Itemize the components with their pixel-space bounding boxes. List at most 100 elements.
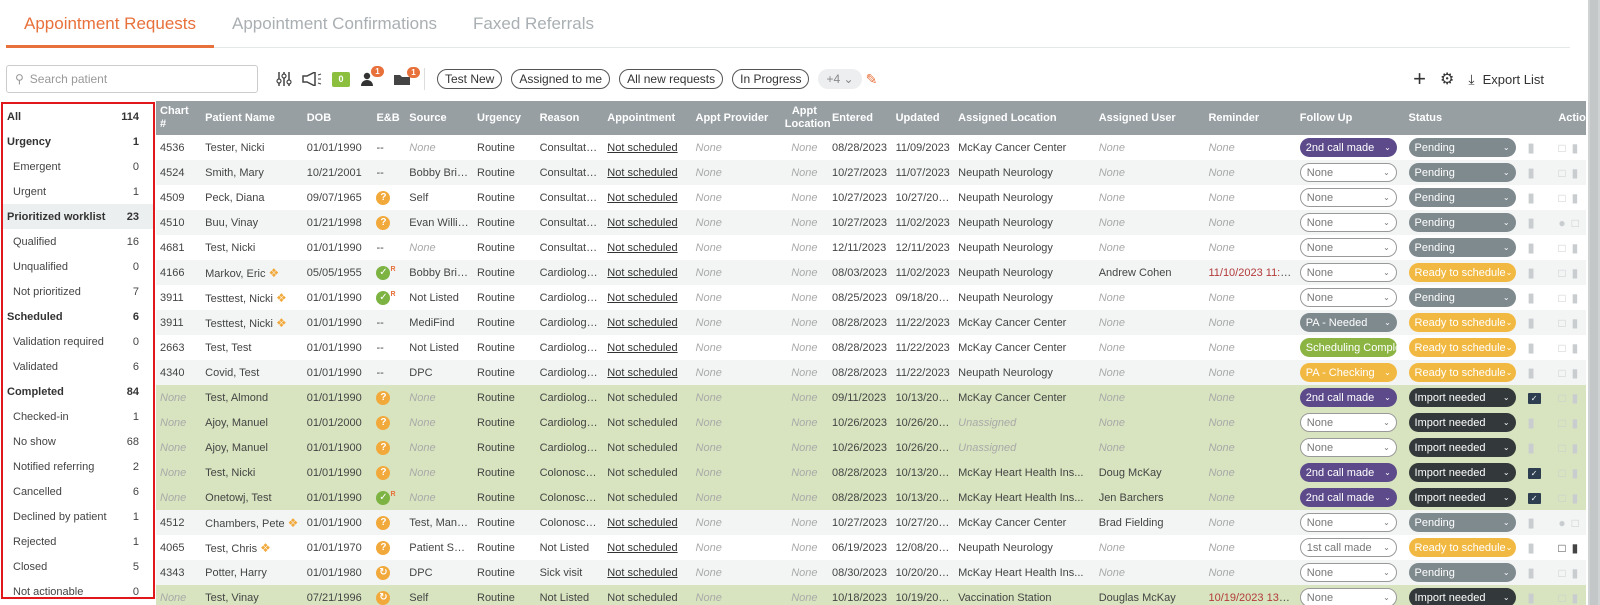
table-row[interactable]: 4510 Buu, Vinay 01/21/1998? Evan Willia... R… (156, 210, 1586, 235)
status-select[interactable]: Pending ⌄ (1408, 213, 1516, 232)
appointment-link[interactable]: Not scheduled (607, 567, 677, 579)
column-header[interactable]: E&B (372, 101, 405, 135)
message-checked-icon[interactable]: ✓ (1527, 392, 1541, 404)
clipboard-icon[interactable]: ▮ (1572, 541, 1579, 555)
status-select[interactable]: Pending ⌄ (1408, 163, 1516, 182)
follow-up-select[interactable]: None ⌄ (1299, 513, 1397, 532)
status-select[interactable]: Ready to schedule ⌄ (1408, 313, 1516, 332)
message-icon[interactable]: ▮ (1528, 315, 1535, 330)
clipboard-icon[interactable]: ▮ (1572, 141, 1579, 155)
table-row[interactable]: 4509 Peck, Diana 09/07/1965? Self Routine Con… (156, 185, 1586, 210)
patient-name[interactable]: Potter, Harry (205, 567, 267, 579)
appointment-link[interactable]: Not scheduled (607, 142, 677, 154)
document-icon[interactable]: □ (1558, 541, 1565, 555)
follow-up-select[interactable]: 2nd call made ⌄ (1299, 463, 1397, 482)
patient-name[interactable]: Ajoy, Manuel (205, 442, 268, 454)
table-row[interactable]: None Test, Almond 01/01/1990? None Routine Ca… (156, 385, 1586, 410)
more-filters-button[interactable]: +4 ⌄ (818, 69, 862, 89)
column-header[interactable]: Chart # (156, 101, 201, 135)
appointment-link[interactable]: Not scheduled (607, 417, 677, 429)
status-select[interactable]: Import needed ⌄ (1408, 488, 1516, 507)
status-select[interactable]: Import needed ⌄ (1408, 438, 1516, 457)
patient-name[interactable]: Test, Chris (205, 543, 257, 555)
question-icon[interactable]: ? (376, 190, 391, 205)
message-icon[interactable]: ▮ (1528, 265, 1535, 280)
column-header[interactable] (1524, 101, 1555, 135)
question-icon[interactable]: ? (376, 215, 391, 230)
sidebar-item-not-actionable[interactable]: Not actionable 0 (3, 579, 153, 598)
column-header[interactable]: Urgency (473, 101, 536, 135)
sidebar-item-scheduled[interactable]: Scheduled 6 (3, 304, 153, 329)
patient-name[interactable]: Testtest, Nicki (205, 318, 273, 330)
column-header[interactable]: Updated (892, 101, 955, 135)
gear-icon[interactable]: ⚙ (1440, 69, 1454, 89)
column-header[interactable]: Appointment (603, 101, 691, 135)
column-header[interactable]: Assigned Location (954, 101, 1095, 135)
appointment-link[interactable]: Not scheduled (607, 242, 677, 254)
patient-name[interactable]: Markov, Eric (205, 268, 265, 280)
status-select[interactable]: Import needed ⌄ (1408, 588, 1516, 605)
pencil-icon[interactable]: ✎ (866, 71, 878, 88)
document-icon[interactable]: □ (1572, 216, 1579, 230)
patient-name[interactable]: Onetowj, Test (205, 492, 271, 504)
sidebar-item-qualified[interactable]: Qualified 16 (3, 229, 153, 254)
follow-up-select[interactable]: 2nd call made ⌄ (1299, 138, 1397, 157)
follow-up-select[interactable]: 2nd call made ⌄ (1299, 488, 1397, 507)
appointment-link[interactable]: Not scheduled (607, 317, 677, 329)
column-header[interactable]: Reason (536, 101, 604, 135)
appointment-link[interactable]: Not scheduled (607, 492, 677, 504)
clipboard-icon[interactable]: ▮ (1572, 591, 1579, 605)
follow-up-select[interactable]: None ⌄ (1299, 413, 1397, 432)
status-select[interactable]: Ready to schedule ⌄ (1408, 338, 1516, 357)
message-icon[interactable]: ▮ (1528, 165, 1535, 180)
sidebar-item-declined-by-patient[interactable]: Declined by patient 1 (3, 504, 153, 529)
clipboard-icon[interactable]: ▮ (1572, 166, 1579, 180)
sidebar-item-closed[interactable]: Closed 5 (3, 554, 153, 579)
patient-name[interactable]: Smith, Mary (205, 167, 264, 179)
table-row[interactable]: None Test, Vinay 07/21/1996 ↻ Self Routine Not… (156, 585, 1586, 605)
document-icon[interactable]: □ (1558, 316, 1565, 330)
filter-chip[interactable]: All new requests (619, 69, 724, 89)
appointment-link[interactable]: Not scheduled (607, 167, 677, 179)
message-icon[interactable]: 0 (332, 71, 350, 87)
page-scrollbar[interactable] (1588, 0, 1600, 605)
status-select[interactable]: Ready to schedule ⌄ (1408, 363, 1516, 382)
column-header[interactable]: Appt Location (781, 101, 831, 135)
clipboard-icon[interactable]: ▮ (1585, 216, 1586, 230)
appointment-link[interactable]: Not scheduled (607, 292, 677, 304)
status-select[interactable]: Pending ⌄ (1408, 138, 1516, 157)
document-icon[interactable]: □ (1558, 241, 1565, 255)
message-icon[interactable]: ▮ (1528, 365, 1535, 380)
follow-up-select[interactable]: None ⌄ (1299, 188, 1397, 207)
column-header[interactable]: Source (405, 101, 473, 135)
document-icon[interactable]: □ (1558, 591, 1565, 605)
patient-name[interactable]: Ajoy, Manuel (205, 417, 268, 429)
status-select[interactable]: Pending ⌄ (1408, 563, 1516, 582)
appointment-link[interactable]: Not scheduled (607, 217, 677, 229)
patient-name[interactable]: Test, Nicki (205, 467, 255, 479)
table-row[interactable]: 4512 Chambers, Pete ❖ 01/01/1900? Test, Manu… (156, 510, 1586, 535)
document-icon[interactable]: □ (1558, 566, 1565, 580)
table-row[interactable]: 3911 Testtest, Nicki ❖ 01/01/1990 ✓ R Not List… (156, 285, 1586, 310)
table-row[interactable]: 4524 Smith, Mary 10/21/2001 -- Bobby Bria...… (156, 160, 1586, 185)
appointment-link[interactable]: Not scheduled (607, 592, 677, 604)
check-circle-icon[interactable]: ✓ (376, 490, 391, 505)
document-icon[interactable]: □ (1558, 341, 1565, 355)
export-list-button[interactable]: ⤓ Export List (1468, 71, 1544, 88)
message-checked-icon[interactable]: ✓ (1527, 467, 1541, 479)
sidebar-item-urgent[interactable]: Urgent 1 (3, 179, 153, 204)
column-header[interactable]: Assigned User (1095, 101, 1205, 135)
follow-up-select[interactable]: None ⌄ (1299, 438, 1397, 457)
follow-up-select[interactable]: None ⌄ (1299, 563, 1397, 582)
sidebar-item-urgency[interactable]: Urgency 1 (3, 129, 153, 154)
message-icon[interactable]: ▮ (1528, 590, 1535, 605)
status-select[interactable]: Pending ⌄ (1408, 288, 1516, 307)
document-icon[interactable]: □ (1558, 491, 1565, 505)
message-icon[interactable]: ▮ (1528, 540, 1535, 555)
patient-name[interactable]: Buu, Vinay (205, 217, 258, 229)
tab-faxed-referrals[interactable]: Faxed Referrals (455, 0, 612, 48)
folder-icon[interactable]: 1 (394, 67, 420, 85)
scrollbar-thumb[interactable] (1590, 0, 1598, 605)
megaphone-icon[interactable] (302, 72, 322, 86)
clipboard-icon[interactable]: ▮ (1585, 516, 1586, 530)
